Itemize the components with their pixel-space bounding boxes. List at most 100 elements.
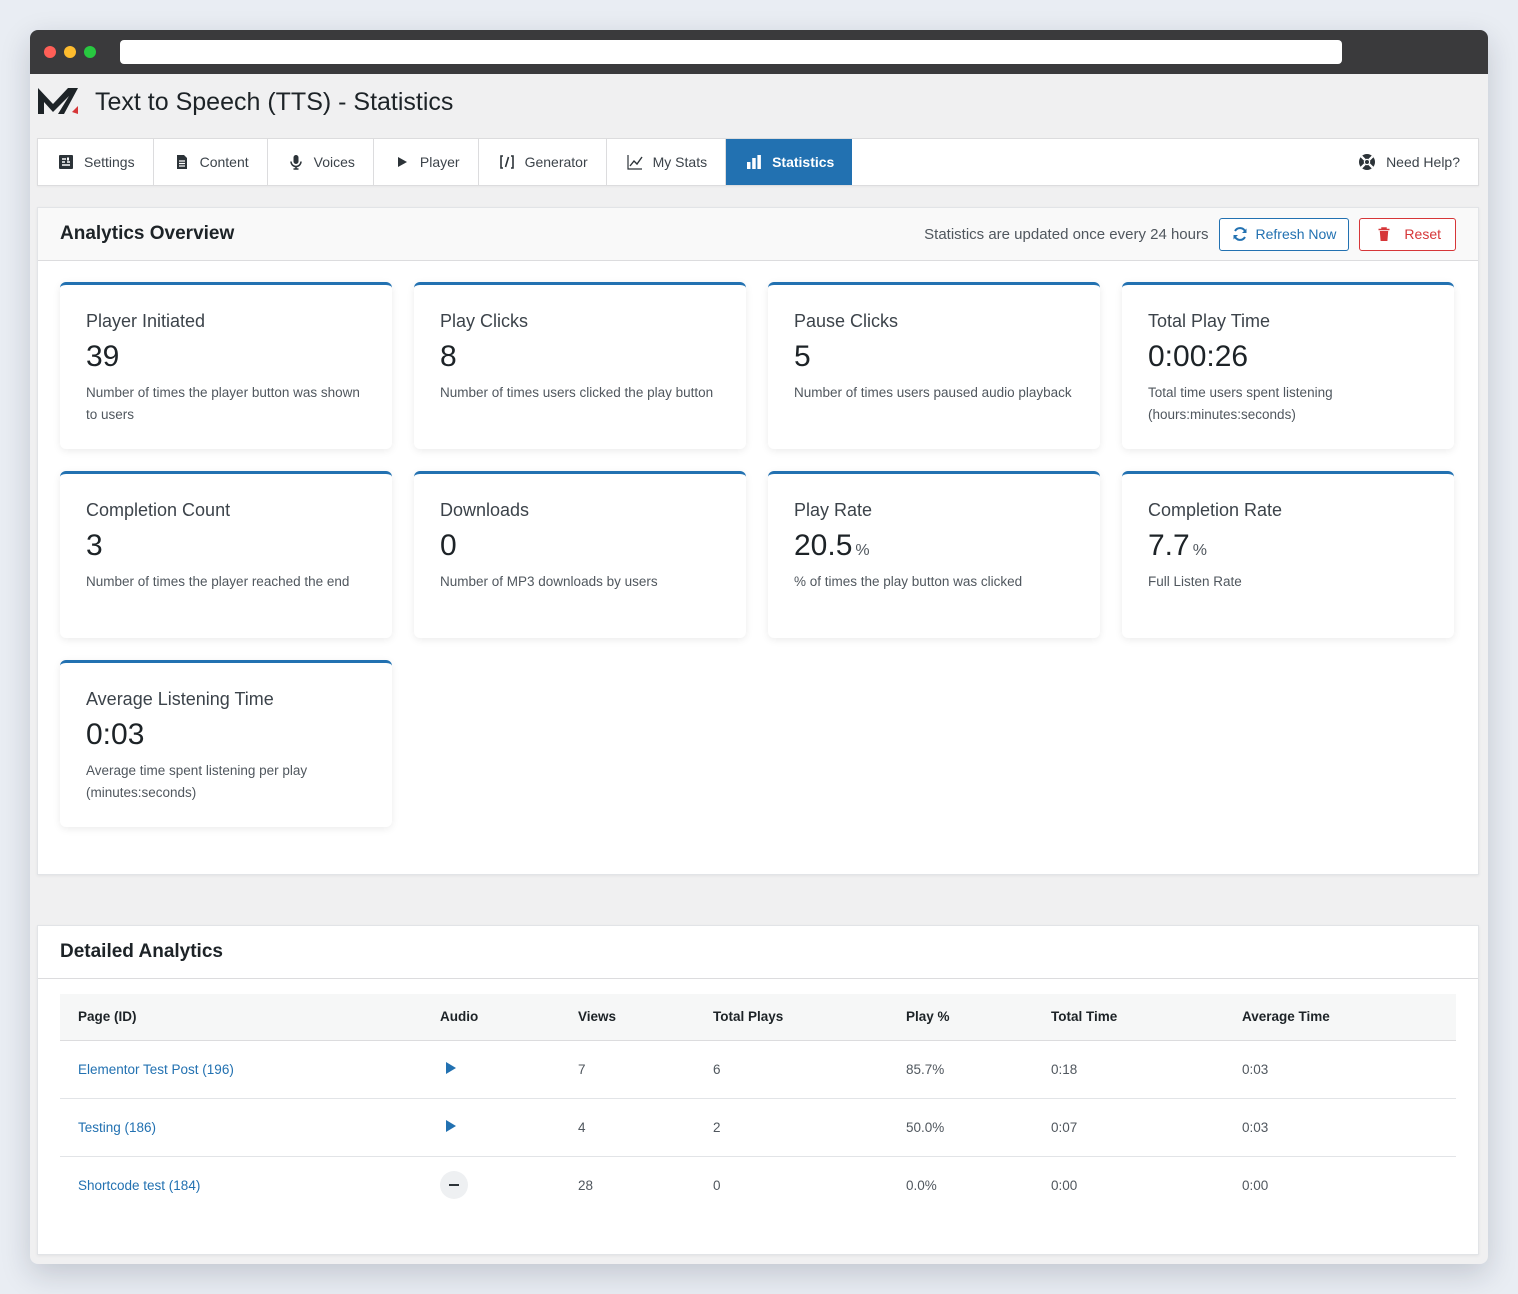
page-title: Text to Speech (TTS) - Statistics [95, 88, 454, 116]
document-icon [176, 155, 187, 169]
card-value: 20.5% [794, 529, 870, 562]
stat-card-completion-count: Completion Count 3 Number of times the p… [60, 471, 392, 638]
table-header-row: Page (ID) Audio Views Total Plays Play %… [60, 994, 1456, 1041]
card-title: Completion Count [86, 500, 231, 520]
column-header-page[interactable]: Page (ID) [60, 994, 422, 1041]
bar-chart-icon [747, 155, 761, 169]
stat-card-player-initiated: Player Initiated 39 Number of times the … [60, 282, 392, 449]
card-value: 39 [86, 340, 120, 373]
reset-label: Reset [1404, 226, 1441, 242]
refresh-icon [1233, 227, 1246, 241]
microphone-icon [289, 155, 302, 170]
stat-card-downloads: Downloads 0 Number of MP3 downloads by u… [414, 471, 746, 638]
play-icon[interactable] [440, 1058, 460, 1078]
card-value: 0:00:26 [1148, 340, 1249, 373]
card-description: Number of MP3 downloads by users [440, 574, 658, 589]
views-cell: 7 [560, 1040, 695, 1099]
column-header-total-time[interactable]: Total Time [1033, 994, 1224, 1041]
tab-settings[interactable]: Settings [38, 139, 154, 185]
analytics-overview-header: Analytics Overview Statistics are update… [38, 208, 1478, 261]
minimize-window-dot[interactable] [64, 46, 76, 58]
stat-card-pause-clicks: Pause Clicks 5 Number of times users pau… [768, 282, 1100, 449]
card-value: 7.7% [1148, 529, 1207, 562]
no-audio-icon [440, 1171, 468, 1200]
total-time-cell: 0:07 [1033, 1098, 1224, 1157]
tab-generator[interactable]: Generator [479, 139, 607, 185]
tab-voices[interactable]: Voices [268, 139, 374, 185]
tab-statistics[interactable]: Statistics [726, 139, 853, 185]
card-title: Play Rate [794, 500, 873, 520]
tab-content[interactable]: Content [154, 139, 268, 185]
tab-player[interactable]: Player [374, 139, 479, 185]
stats-cards: Player Initiated 39 Number of times the … [60, 282, 1458, 827]
card-description: % of times the play button was clicked [794, 574, 1023, 589]
card-description: Number of times users clicked the play b… [440, 385, 714, 400]
analytics-table: Page (ID) Audio Views Total Plays Play %… [60, 994, 1456, 1214]
page-link[interactable]: Elementor Test Post (196) [78, 1062, 234, 1077]
card-description: Full Listen Rate [1148, 574, 1242, 589]
stat-card-average-listening-time: Average Listening Time 0:03 Average time… [60, 660, 392, 827]
card-value: 3 [86, 529, 103, 562]
address-bar[interactable] [120, 40, 1342, 64]
logo-icon [38, 88, 78, 114]
card-title: Completion Rate [1148, 500, 1283, 520]
card-title: Total Play Time [1148, 311, 1271, 331]
column-header-views[interactable]: Views [560, 994, 695, 1041]
page-link[interactable]: Shortcode test (184) [78, 1178, 200, 1193]
refresh-now-button[interactable]: Refresh Now [1218, 217, 1350, 251]
card-description: Number of times users paused audio playb… [794, 385, 1072, 400]
card-value: 5 [794, 340, 811, 373]
tab-player-label: Player [419, 154, 460, 170]
play-icon[interactable] [440, 1116, 460, 1136]
card-description: Average time spent listening per play (m… [86, 763, 308, 800]
card-title: Average Listening Time [86, 689, 274, 709]
tab-statistics-label: Statistics [772, 154, 835, 170]
tab-voices-label: Voices [313, 154, 355, 170]
refresh-now-label: Refresh Now [1255, 226, 1337, 242]
card-title: Player Initiated [86, 311, 206, 331]
stat-card-play-clicks: Play Clicks 8 Number of times users clic… [414, 282, 746, 449]
card-value: 8 [440, 340, 457, 373]
close-window-dot[interactable] [44, 46, 56, 58]
views-cell: 28 [578, 1177, 594, 1193]
tab-my-stats[interactable]: My Stats [607, 139, 727, 185]
detailed-analytics-title: Detailed Analytics [60, 941, 223, 962]
plays-cell: 0 [713, 1177, 721, 1193]
stat-card-play-rate: Play Rate 20.5% % of times the play butt… [768, 471, 1100, 638]
card-title: Downloads [440, 500, 530, 520]
avg-time-cell: 0:00 [1242, 1177, 1269, 1193]
card-title: Pause Clicks [794, 311, 899, 331]
browser-chrome [30, 30, 1488, 74]
settings-icon [59, 155, 73, 169]
avg-time-cell: 0:03 [1224, 1098, 1456, 1157]
need-help-label: Need Help? [1386, 154, 1460, 170]
column-header-total-plays[interactable]: Total Plays [695, 994, 888, 1041]
page-link[interactable]: Testing (186) [78, 1120, 156, 1135]
tab-my-stats-label: My Stats [652, 154, 708, 170]
browser-window: Text to Speech (TTS) - Statistics Settin… [30, 30, 1488, 1264]
app-header: Text to Speech (TTS) - Statistics [30, 74, 1488, 138]
card-value: 0:03 [86, 718, 145, 751]
plays-cell: 6 [695, 1040, 888, 1099]
total-time-cell: 0:00 [1051, 1177, 1078, 1193]
tab-content-label: Content [199, 154, 249, 170]
need-help-link[interactable]: Need Help? [1340, 139, 1478, 185]
column-header-audio[interactable]: Audio [422, 994, 560, 1041]
card-description: Number of times the player button was sh… [86, 385, 360, 422]
card-value: 0 [440, 529, 457, 562]
maximize-window-dot[interactable] [84, 46, 96, 58]
card-title: Play Clicks [440, 311, 529, 331]
trash-icon [1378, 227, 1390, 241]
reset-button[interactable]: Reset [1359, 217, 1456, 251]
table-row: Elementor Test Post (196) 7 6 85.7% 0:18… [60, 1040, 1456, 1099]
column-header-play-pct[interactable]: Play % [888, 994, 1033, 1041]
total-time-cell: 0:18 [1033, 1040, 1224, 1099]
table-row: Testing (186) 4 2 50.0% 0:07 0:03 [60, 1098, 1456, 1157]
play-pct-cell: 50.0% [888, 1098, 1033, 1157]
card-description: Total time users spent listening (hours:… [1148, 385, 1333, 422]
views-cell: 4 [560, 1098, 695, 1157]
column-header-average-time[interactable]: Average Time [1224, 994, 1456, 1041]
stat-card-total-play-time: Total Play Time 0:00:26 Total time users… [1122, 282, 1454, 449]
plays-cell: 2 [695, 1098, 888, 1157]
avg-time-cell: 0:03 [1224, 1040, 1456, 1099]
